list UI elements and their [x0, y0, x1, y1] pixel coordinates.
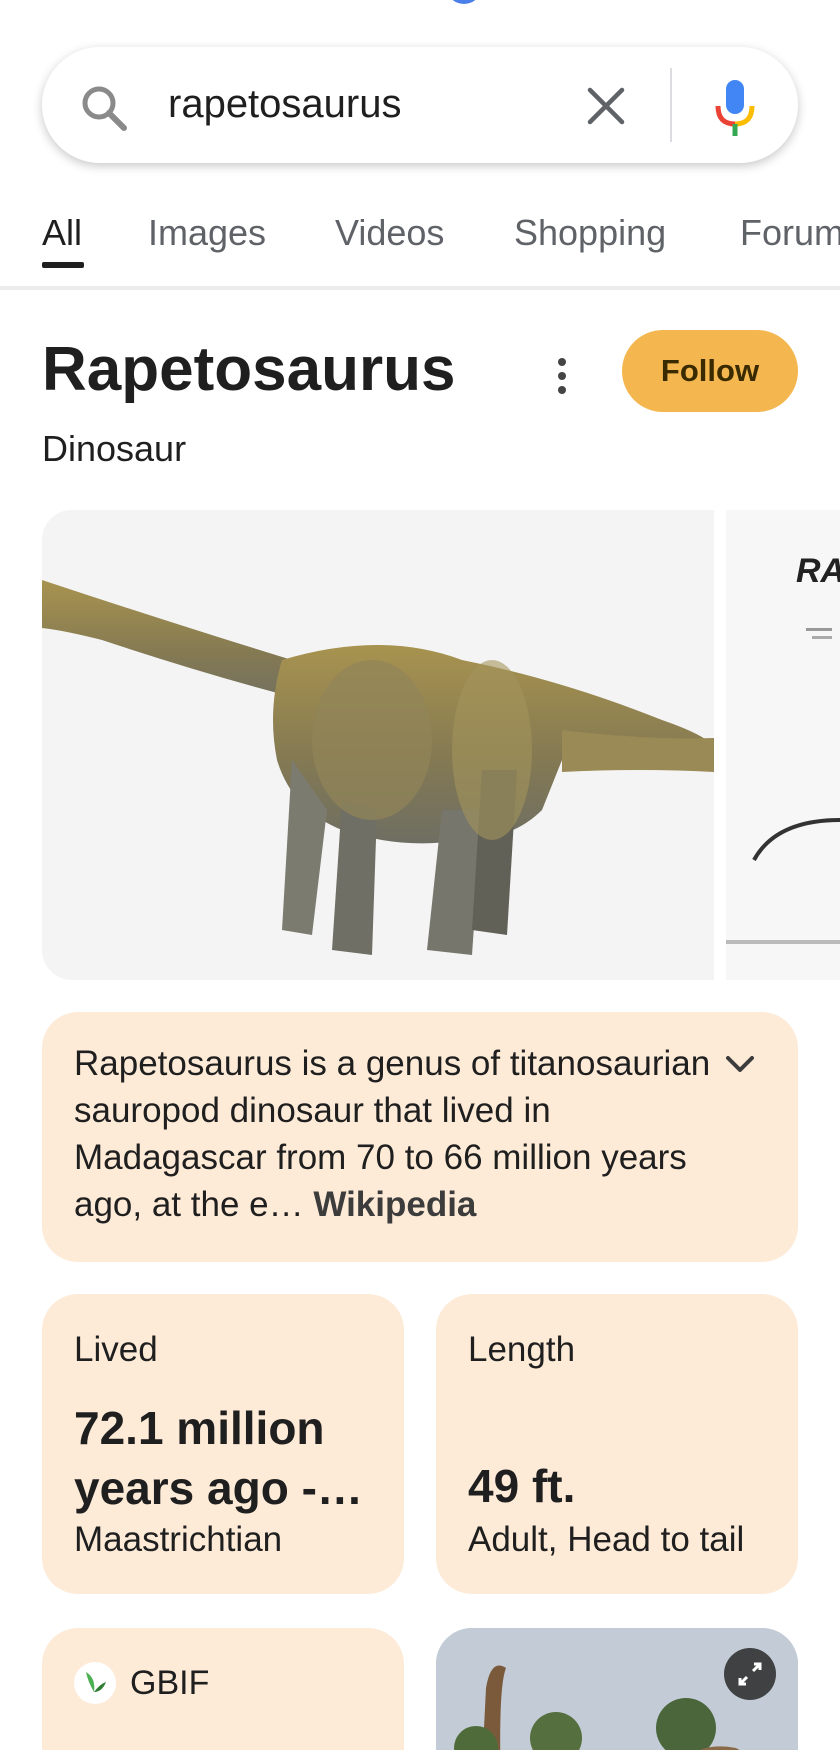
microphone-icon[interactable]: [712, 78, 758, 140]
tab-videos[interactable]: Videos: [335, 212, 444, 254]
gbif-logo-icon: [74, 1662, 116, 1704]
fact-sub-length: Adult, Head to tail: [468, 1520, 745, 1559]
dinosaur-image[interactable]: [42, 510, 714, 980]
expand-icon[interactable]: [724, 1648, 776, 1700]
fact-sub-lived: Maastrichtian: [74, 1520, 283, 1559]
tab-shopping[interactable]: Shopping: [514, 212, 666, 254]
follow-button[interactable]: Follow: [622, 330, 798, 412]
tabs-divider: [0, 286, 840, 290]
close-icon[interactable]: [584, 84, 628, 128]
description-text: Rapetosaurus is a genus of titanosaurian…: [74, 1040, 724, 1228]
entity-title: Rapetosaurus: [42, 335, 456, 404]
search-divider: [670, 68, 672, 142]
chevron-down-icon[interactable]: [720, 1044, 760, 1084]
gbif-label: GBIF: [130, 1664, 210, 1702]
tab-forum[interactable]: Forum: [740, 212, 840, 254]
search-icon[interactable]: [78, 82, 130, 134]
rapetosaurus-illustration: [42, 580, 714, 955]
fact-value-lived: 72.1 million years ago -…: [74, 1402, 363, 1514]
fact-value-length: 49 ft.: [468, 1460, 576, 1512]
entity-subtitle: Dinosaur: [42, 428, 187, 469]
search-bar[interactable]: [42, 47, 798, 163]
wikipedia-link[interactable]: Wikipedia: [313, 1185, 476, 1224]
progress-indicator: [446, 0, 482, 4]
fact-label-length: Length: [468, 1330, 576, 1369]
more-vert-icon[interactable]: [548, 356, 576, 396]
search-tabs: All Images Videos Shopping Forum: [0, 200, 840, 286]
search-input[interactable]: rapetosaurus: [168, 78, 401, 130]
side-image[interactable]: RA: [726, 510, 840, 980]
tab-images[interactable]: Images: [148, 212, 266, 254]
fact-label-lived: Lived: [74, 1330, 158, 1369]
skeleton-diagram: [726, 628, 840, 944]
active-tab-indicator: [42, 262, 84, 268]
tab-all[interactable]: All: [42, 212, 82, 254]
